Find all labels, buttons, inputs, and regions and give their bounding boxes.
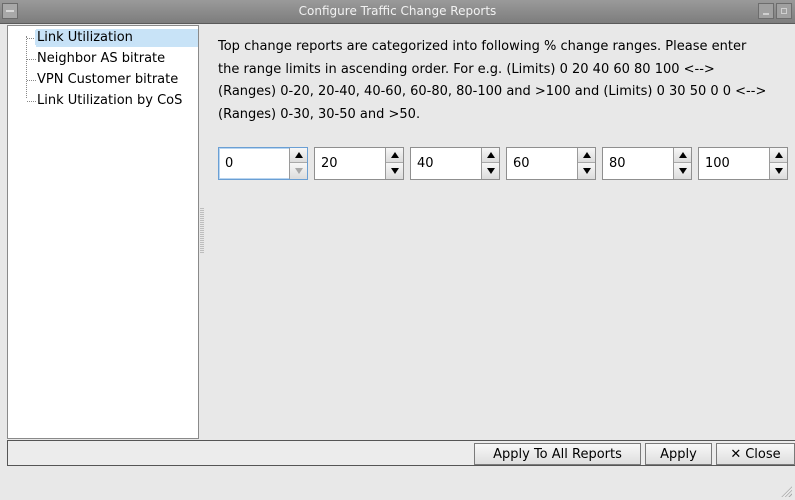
limit-input-1[interactable] — [219, 148, 289, 179]
tree-item-label: VPN Customer bitrate — [37, 72, 179, 87]
tree-item-vpn-customer-bitrate[interactable]: VPN Customer bitrate — [18, 71, 178, 89]
spin-buttons — [385, 148, 403, 179]
tree-branch — [27, 80, 36, 81]
limit-spinner-6[interactable] — [698, 147, 788, 180]
spin-buttons — [289, 148, 307, 179]
limit-input-2[interactable] — [315, 148, 385, 179]
spin-down-icon[interactable] — [578, 163, 595, 179]
tree-branch — [27, 59, 36, 60]
tree-item-link-utilization[interactable]: Link Utilization — [18, 29, 198, 47]
spin-up-icon[interactable] — [386, 148, 403, 163]
spin-up-icon[interactable] — [770, 148, 787, 163]
limit-input-4[interactable] — [507, 148, 577, 179]
tree-item-link-utilization-by-cos[interactable]: Link Utilization by CoS — [18, 92, 182, 110]
spin-down-icon[interactable] — [482, 163, 499, 179]
limit-spinner-2[interactable] — [314, 147, 404, 180]
spin-up-icon[interactable] — [482, 148, 499, 163]
button-label: Apply To All Reports — [493, 446, 622, 462]
apply-button[interactable]: Apply — [645, 443, 712, 465]
limit-input-5[interactable] — [603, 148, 673, 179]
title-bar: Configure Traffic Change Reports — [0, 0, 795, 24]
spin-buttons — [481, 148, 499, 179]
instructions-line: (Ranges) 0-30, 30-50 and >50. — [218, 106, 421, 122]
limit-input-3[interactable] — [411, 148, 481, 179]
spin-buttons — [577, 148, 595, 179]
spin-down-icon[interactable] — [290, 163, 307, 179]
close-icon: ✕ — [730, 446, 742, 462]
spin-buttons — [769, 148, 787, 179]
limit-spinner-3[interactable] — [410, 147, 500, 180]
report-type-tree: Link Utilization Neighbor AS bitrate VPN… — [7, 25, 199, 439]
spin-down-icon[interactable] — [674, 163, 691, 179]
minimize-icon[interactable] — [758, 3, 774, 19]
button-label: Close — [745, 446, 781, 462]
window-title: Configure Traffic Change Reports — [298, 4, 497, 18]
spin-buttons — [673, 148, 691, 179]
spin-up-icon[interactable] — [674, 148, 691, 163]
tree-item-label: Link Utilization — [35, 30, 135, 45]
tree-branch — [27, 101, 36, 102]
close-button[interactable]: ✕ Close — [716, 443, 795, 465]
resize-grip-icon[interactable] — [780, 485, 792, 497]
spin-up-icon[interactable] — [578, 148, 595, 163]
spin-up-icon[interactable] — [290, 148, 307, 163]
limit-spinner-1[interactable] — [218, 147, 308, 180]
spin-down-icon[interactable] — [770, 163, 787, 179]
tree-item-label: Link Utilization by CoS — [37, 93, 183, 108]
limit-spinner-5[interactable] — [602, 147, 692, 180]
maximize-icon[interactable] — [776, 3, 792, 19]
instructions-line: Top change reports are categorized into … — [218, 39, 747, 54]
instructions-line: (Ranges) 0-20, 20-40, 40-60, 60-80, 80-1… — [218, 84, 767, 100]
tree-item-label: Neighbor AS bitrate — [37, 51, 166, 66]
splitter-handle[interactable] — [200, 208, 204, 254]
apply-to-all-reports-button[interactable]: Apply To All Reports — [474, 443, 641, 465]
button-label: Apply — [660, 446, 697, 462]
limit-input-6[interactable] — [699, 148, 769, 179]
limit-spinner-4[interactable] — [506, 147, 596, 180]
spin-down-icon[interactable] — [386, 163, 403, 179]
instructions-line: the range limits in ascending order. For… — [218, 61, 715, 77]
range-settings-panel: Top change reports are categorized into … — [206, 25, 795, 439]
instructions-text: Top change reports are categorized into … — [218, 36, 788, 126]
tree-item-neighbor-as-bitrate[interactable]: Neighbor AS bitrate — [18, 50, 165, 68]
